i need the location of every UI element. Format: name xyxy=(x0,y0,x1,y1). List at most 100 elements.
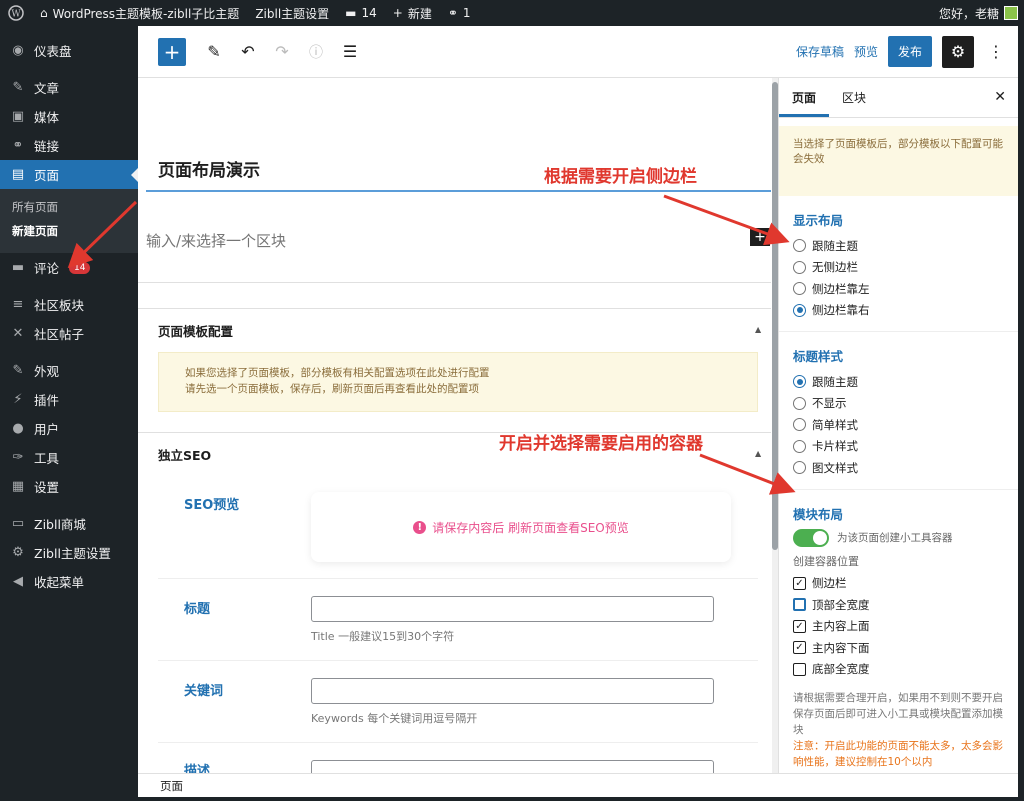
checkbox-option[interactable]: ✓ 主内容下面 xyxy=(793,637,1004,659)
sidebar-item-label: 社区板块 xyxy=(34,298,85,313)
radio-button[interactable] xyxy=(793,282,806,296)
radio-option[interactable]: 跟随主题 xyxy=(793,235,1004,257)
site-name-link[interactable]: ⌂ WordPress主题模板-zibll子比主题 xyxy=(32,0,247,26)
template-panel-title[interactable]: 页面模板配置 xyxy=(158,321,233,340)
radio-button[interactable] xyxy=(793,461,806,475)
list-view-icon[interactable]: ☰ xyxy=(336,38,364,66)
info-icon[interactable]: ⓘ xyxy=(302,38,330,66)
divider xyxy=(138,308,771,309)
divider xyxy=(158,660,758,661)
seo-keywords-input[interactable] xyxy=(311,678,714,704)
radio-option[interactable]: 图文样式 xyxy=(793,457,1004,479)
wordpress-logo-icon[interactable]: W xyxy=(0,0,32,26)
radio-option[interactable]: 不显示 xyxy=(793,393,1004,415)
radio-button[interactable] xyxy=(793,260,806,274)
add-block-button[interactable]: + xyxy=(158,37,186,66)
settings-gear-icon[interactable]: ⚙ xyxy=(942,35,974,68)
sidebar-item-collapse[interactable]: ◀ 收起菜单 xyxy=(0,567,138,596)
comments-link[interactable]: ▬ 14 xyxy=(337,0,385,26)
checkbox-option[interactable]: ✓ 侧边栏 xyxy=(793,573,1004,595)
radio-option[interactable]: 无侧边栏 xyxy=(793,257,1004,279)
sidebar-item-pages[interactable]: ▤ 页面 xyxy=(0,160,138,189)
checkbox-checked[interactable]: ✓ xyxy=(793,576,806,590)
radio-button[interactable] xyxy=(793,418,806,432)
comment-icon: ▬ xyxy=(11,260,25,275)
preview-button[interactable]: 预览 xyxy=(854,43,878,60)
sidebar-item-plugins[interactable]: ⚡ 插件 xyxy=(0,385,138,414)
radio-option[interactable]: 侧边栏靠左 xyxy=(793,278,1004,300)
submenu-new-page[interactable]: 新建页面 xyxy=(0,219,138,243)
sidebar-item-links[interactable]: ⚭ 链接 xyxy=(0,131,138,160)
submenu-all-pages[interactable]: 所有页面 xyxy=(0,195,138,219)
sidebar-item-settings[interactable]: ▦ 设置 xyxy=(0,472,138,501)
radio-button[interactable] xyxy=(793,396,806,410)
block-placeholder[interactable]: 输入/来选择一个区块 xyxy=(146,230,286,251)
checkbox-label: 顶部全宽度 xyxy=(812,597,870,612)
checkbox-checked[interactable]: ✓ xyxy=(793,619,806,633)
pencil-tool-icon[interactable]: ✎ xyxy=(200,38,228,66)
radio-button-selected[interactable] xyxy=(793,375,806,389)
sidebar-item-media[interactable]: ▣ 媒体 xyxy=(0,102,138,131)
sidebar-item-label: 评论 xyxy=(34,261,60,276)
seo-title-input[interactable] xyxy=(311,596,714,622)
sidebar-item-dashboard[interactable]: ◉ 仪表盘 xyxy=(0,36,138,65)
radio-option[interactable]: 侧边栏靠右 xyxy=(793,300,1004,322)
sidebar-item-appearance[interactable]: ✎ 外观 xyxy=(0,356,138,385)
radio-button[interactable] xyxy=(793,239,806,253)
sidebar-item-shop[interactable]: ▭ Zibll商城 xyxy=(0,509,138,538)
widget-container-toggle-row[interactable]: 为该页面创建小工具容器 xyxy=(793,528,1004,547)
links-link[interactable]: ⚭ 1 xyxy=(440,0,479,26)
module-layout-section: 模块布局 为该页面创建小工具容器 创建容器位置 ✓ 侧边栏 顶部全宽度 ✓ 主内容上… xyxy=(779,490,1018,771)
seo-description-input[interactable] xyxy=(311,760,714,773)
position-label: 创建容器位置 xyxy=(793,554,859,568)
page-title[interactable]: 页面布局演示 xyxy=(158,156,260,181)
redo-icon[interactable]: ↷ xyxy=(268,38,296,66)
avatar xyxy=(1004,6,1018,20)
save-draft-button[interactable]: 保存草稿 xyxy=(796,43,844,60)
checkbox-option[interactable]: ✓ 主内容上面 xyxy=(793,616,1004,638)
checkbox-unchecked[interactable] xyxy=(793,662,806,676)
home-icon: ⌂ xyxy=(40,6,48,20)
sidebar-item-users[interactable]: ● 用户 xyxy=(0,414,138,443)
radio-label: 侧边栏靠右 xyxy=(812,303,870,318)
sidebar-item-tools[interactable]: ✑ 工具 xyxy=(0,443,138,472)
tab-page[interactable]: 页面 xyxy=(779,78,829,117)
tab-block[interactable]: 区块 xyxy=(829,78,879,117)
theme-settings-link[interactable]: Zibll主题设置 xyxy=(247,0,337,26)
field-description-label: 描述 xyxy=(184,764,211,773)
collapse-caret-icon[interactable]: ▲ xyxy=(755,325,761,334)
widget-container-toggle[interactable] xyxy=(793,528,829,547)
sidebar-item-theme-settings[interactable]: ⚙ Zibll主题设置 xyxy=(0,538,138,567)
checkbox-option[interactable]: 顶部全宽度 xyxy=(793,594,1004,616)
radio-label: 卡片样式 xyxy=(812,439,858,454)
seo-panel-title[interactable]: 独立SEO xyxy=(158,445,211,464)
plus-icon: + xyxy=(392,6,403,20)
new-content-link[interactable]: + 新建 xyxy=(385,0,440,26)
sidebar-item-forum[interactable]: ≡ 社区板块 xyxy=(0,290,138,319)
close-icon[interactable]: ✕ xyxy=(994,89,1006,105)
sidebar-item-forum-posts[interactable]: ✕ 社区帖子 xyxy=(0,319,138,348)
collapse-caret-icon[interactable]: ▲ xyxy=(755,449,761,458)
account-menu[interactable]: 您好，老糖 xyxy=(931,0,1024,26)
inline-add-block-button[interactable]: + xyxy=(750,228,770,246)
publish-button[interactable]: 发布 xyxy=(887,36,932,67)
sidebar-item-comments[interactable]: ▬ 评论 14 xyxy=(0,253,138,282)
checkbox-checked[interactable]: ✓ xyxy=(793,641,806,655)
radio-button-selected[interactable] xyxy=(793,303,806,317)
link-icon: ⚭ xyxy=(12,138,24,153)
checkbox-option[interactable]: 底部全宽度 xyxy=(793,659,1004,681)
sidebar-item-posts[interactable]: ✎ 文章 xyxy=(0,73,138,102)
radio-button[interactable] xyxy=(793,439,806,453)
breadcrumb-item[interactable]: 页面 xyxy=(160,778,183,794)
comment-icon: ▬ xyxy=(345,6,357,20)
radio-label: 图文样式 xyxy=(812,460,858,475)
undo-icon[interactable]: ↶ xyxy=(234,38,262,66)
pages-submenu: 所有页面 新建页面 xyxy=(0,189,138,253)
window-edge xyxy=(0,797,1024,801)
sidebar-item-label: 用户 xyxy=(34,422,60,437)
checkbox-unchecked[interactable] xyxy=(793,598,806,612)
radio-option[interactable]: 卡片样式 xyxy=(793,436,1004,458)
radio-option[interactable]: 跟随主题 xyxy=(793,371,1004,393)
more-options-icon[interactable]: ⋮ xyxy=(984,42,1008,61)
radio-option[interactable]: 简单样式 xyxy=(793,414,1004,436)
